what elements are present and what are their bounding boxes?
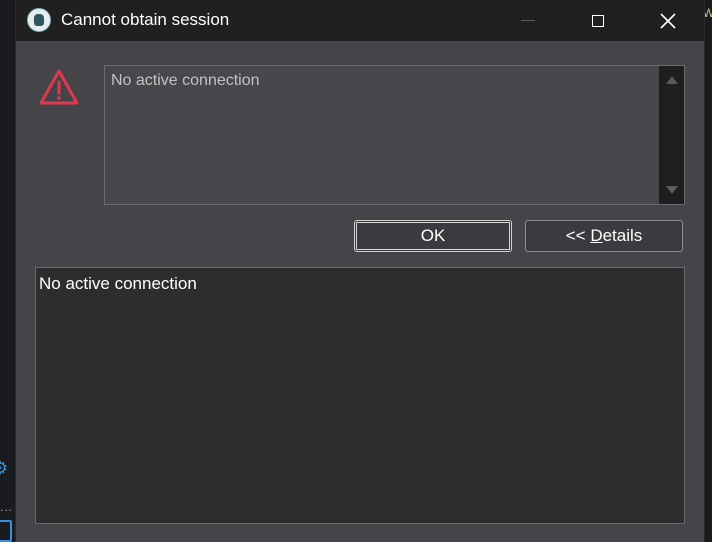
close-icon [660, 12, 676, 29]
maximize-button[interactable] [563, 0, 633, 41]
maximize-icon [592, 14, 604, 27]
window-title: Cannot obtain session [61, 10, 230, 29]
error-dialog: Cannot obtain session No active connecti… [16, 0, 704, 542]
scroll-up-arrow-icon[interactable] [666, 76, 678, 84]
close-button[interactable] [633, 0, 703, 41]
warning-triangle-icon [39, 69, 79, 105]
details-button-prefix: << [565, 226, 591, 245]
details-button-label: etails [602, 226, 643, 245]
message-scrollbar[interactable] [659, 66, 684, 204]
details-text-area[interactable]: No active connection [35, 267, 685, 524]
details-button-mnemonic: D [590, 226, 603, 245]
message-text-area[interactable]: No active connection [104, 65, 685, 205]
minimize-button[interactable] [493, 0, 563, 41]
ok-button-label: OK [420, 226, 446, 245]
more-icon[interactable]: ... [0, 500, 13, 514]
details-button[interactable]: << Details [525, 220, 683, 252]
minimize-icon [521, 20, 535, 21]
message-text: No active connection [111, 72, 260, 89]
ok-button[interactable]: OK [354, 220, 512, 252]
document-icon[interactable] [0, 520, 12, 542]
details-text: No active connection [39, 274, 197, 293]
scroll-down-arrow-icon[interactable] [666, 186, 678, 194]
gear-icon[interactable]: ⚙ [0, 459, 8, 477]
background-app-text: W [703, 6, 712, 20]
app-logo-icon [27, 8, 51, 32]
title-bar[interactable]: Cannot obtain session [16, 0, 704, 41]
